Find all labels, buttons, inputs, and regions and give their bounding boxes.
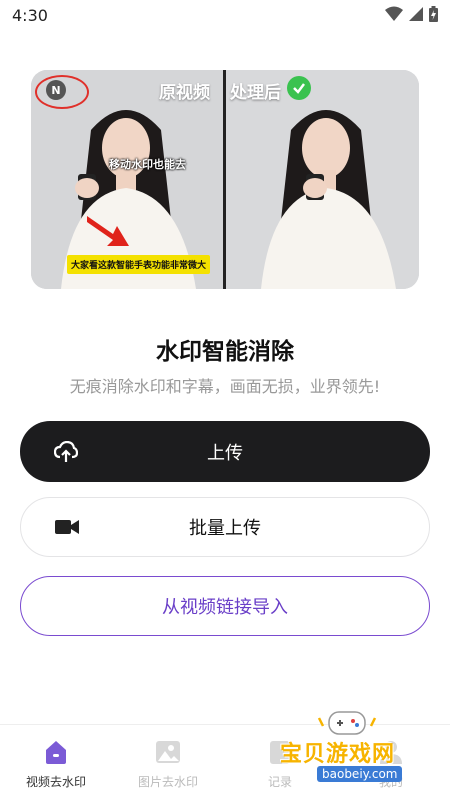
image-icon bbox=[123, 739, 213, 767]
batch-upload-button-label: 批量上传 bbox=[189, 518, 261, 539]
gamepad-icon bbox=[317, 711, 377, 735]
home-icon bbox=[11, 739, 101, 767]
batch-upload-button[interactable]: 批量上传 bbox=[20, 497, 430, 557]
subtitle-caption: 大家看这款智能手表功能非常微大 bbox=[67, 255, 211, 274]
watermark-logo-icon: N bbox=[46, 80, 66, 100]
status-time: 4:30 bbox=[12, 6, 48, 25]
check-icon bbox=[287, 76, 311, 100]
nav-item-video-watermark[interactable]: 视频去水印 bbox=[11, 739, 101, 790]
red-arrow-icon bbox=[87, 216, 129, 246]
wifi-icon bbox=[385, 6, 403, 21]
link-import-button-label: 从视频链接导入 bbox=[162, 597, 288, 618]
site-watermark-url: baobeiy.com bbox=[317, 766, 403, 782]
status-icons bbox=[385, 6, 438, 22]
signal-icon bbox=[409, 7, 423, 21]
page-subtitle: 无痕消除水印和字幕，画面无损，业界领先! bbox=[69, 377, 381, 396]
after-label: 处理后 bbox=[230, 83, 281, 103]
after-pane: 处理后 bbox=[226, 70, 419, 289]
site-watermark-title: 宝贝游戏网 bbox=[280, 742, 396, 767]
nav-item-image-watermark[interactable]: 图片去水印 bbox=[123, 739, 213, 790]
upload-button[interactable]: 上传 bbox=[20, 421, 430, 482]
video-camera-icon bbox=[55, 519, 79, 535]
moving-watermark-text: 移动水印也能去 bbox=[109, 158, 186, 171]
upload-button-label: 上传 bbox=[207, 442, 243, 464]
site-watermark: 宝贝游戏网 baobeiy.com bbox=[272, 706, 450, 800]
before-after-preview: N 原视频 移动水印也能去 大家看这款智能手表功能非常微大 处理后 bbox=[31, 70, 419, 289]
cloud-upload-icon bbox=[54, 440, 78, 463]
before-pane: N 原视频 移动水印也能去 大家看这款智能手表功能非常微大 bbox=[31, 70, 223, 289]
nav-label: 图片去水印 bbox=[137, 775, 198, 789]
before-label: 原视频 bbox=[159, 83, 210, 103]
page-title: 水印智能消除 bbox=[156, 339, 294, 365]
nav-label: 视频去水印 bbox=[25, 775, 86, 789]
battery-icon bbox=[429, 6, 438, 22]
link-import-button[interactable]: 从视频链接导入 bbox=[20, 576, 430, 636]
status-bar: 4:30 bbox=[0, 0, 450, 32]
